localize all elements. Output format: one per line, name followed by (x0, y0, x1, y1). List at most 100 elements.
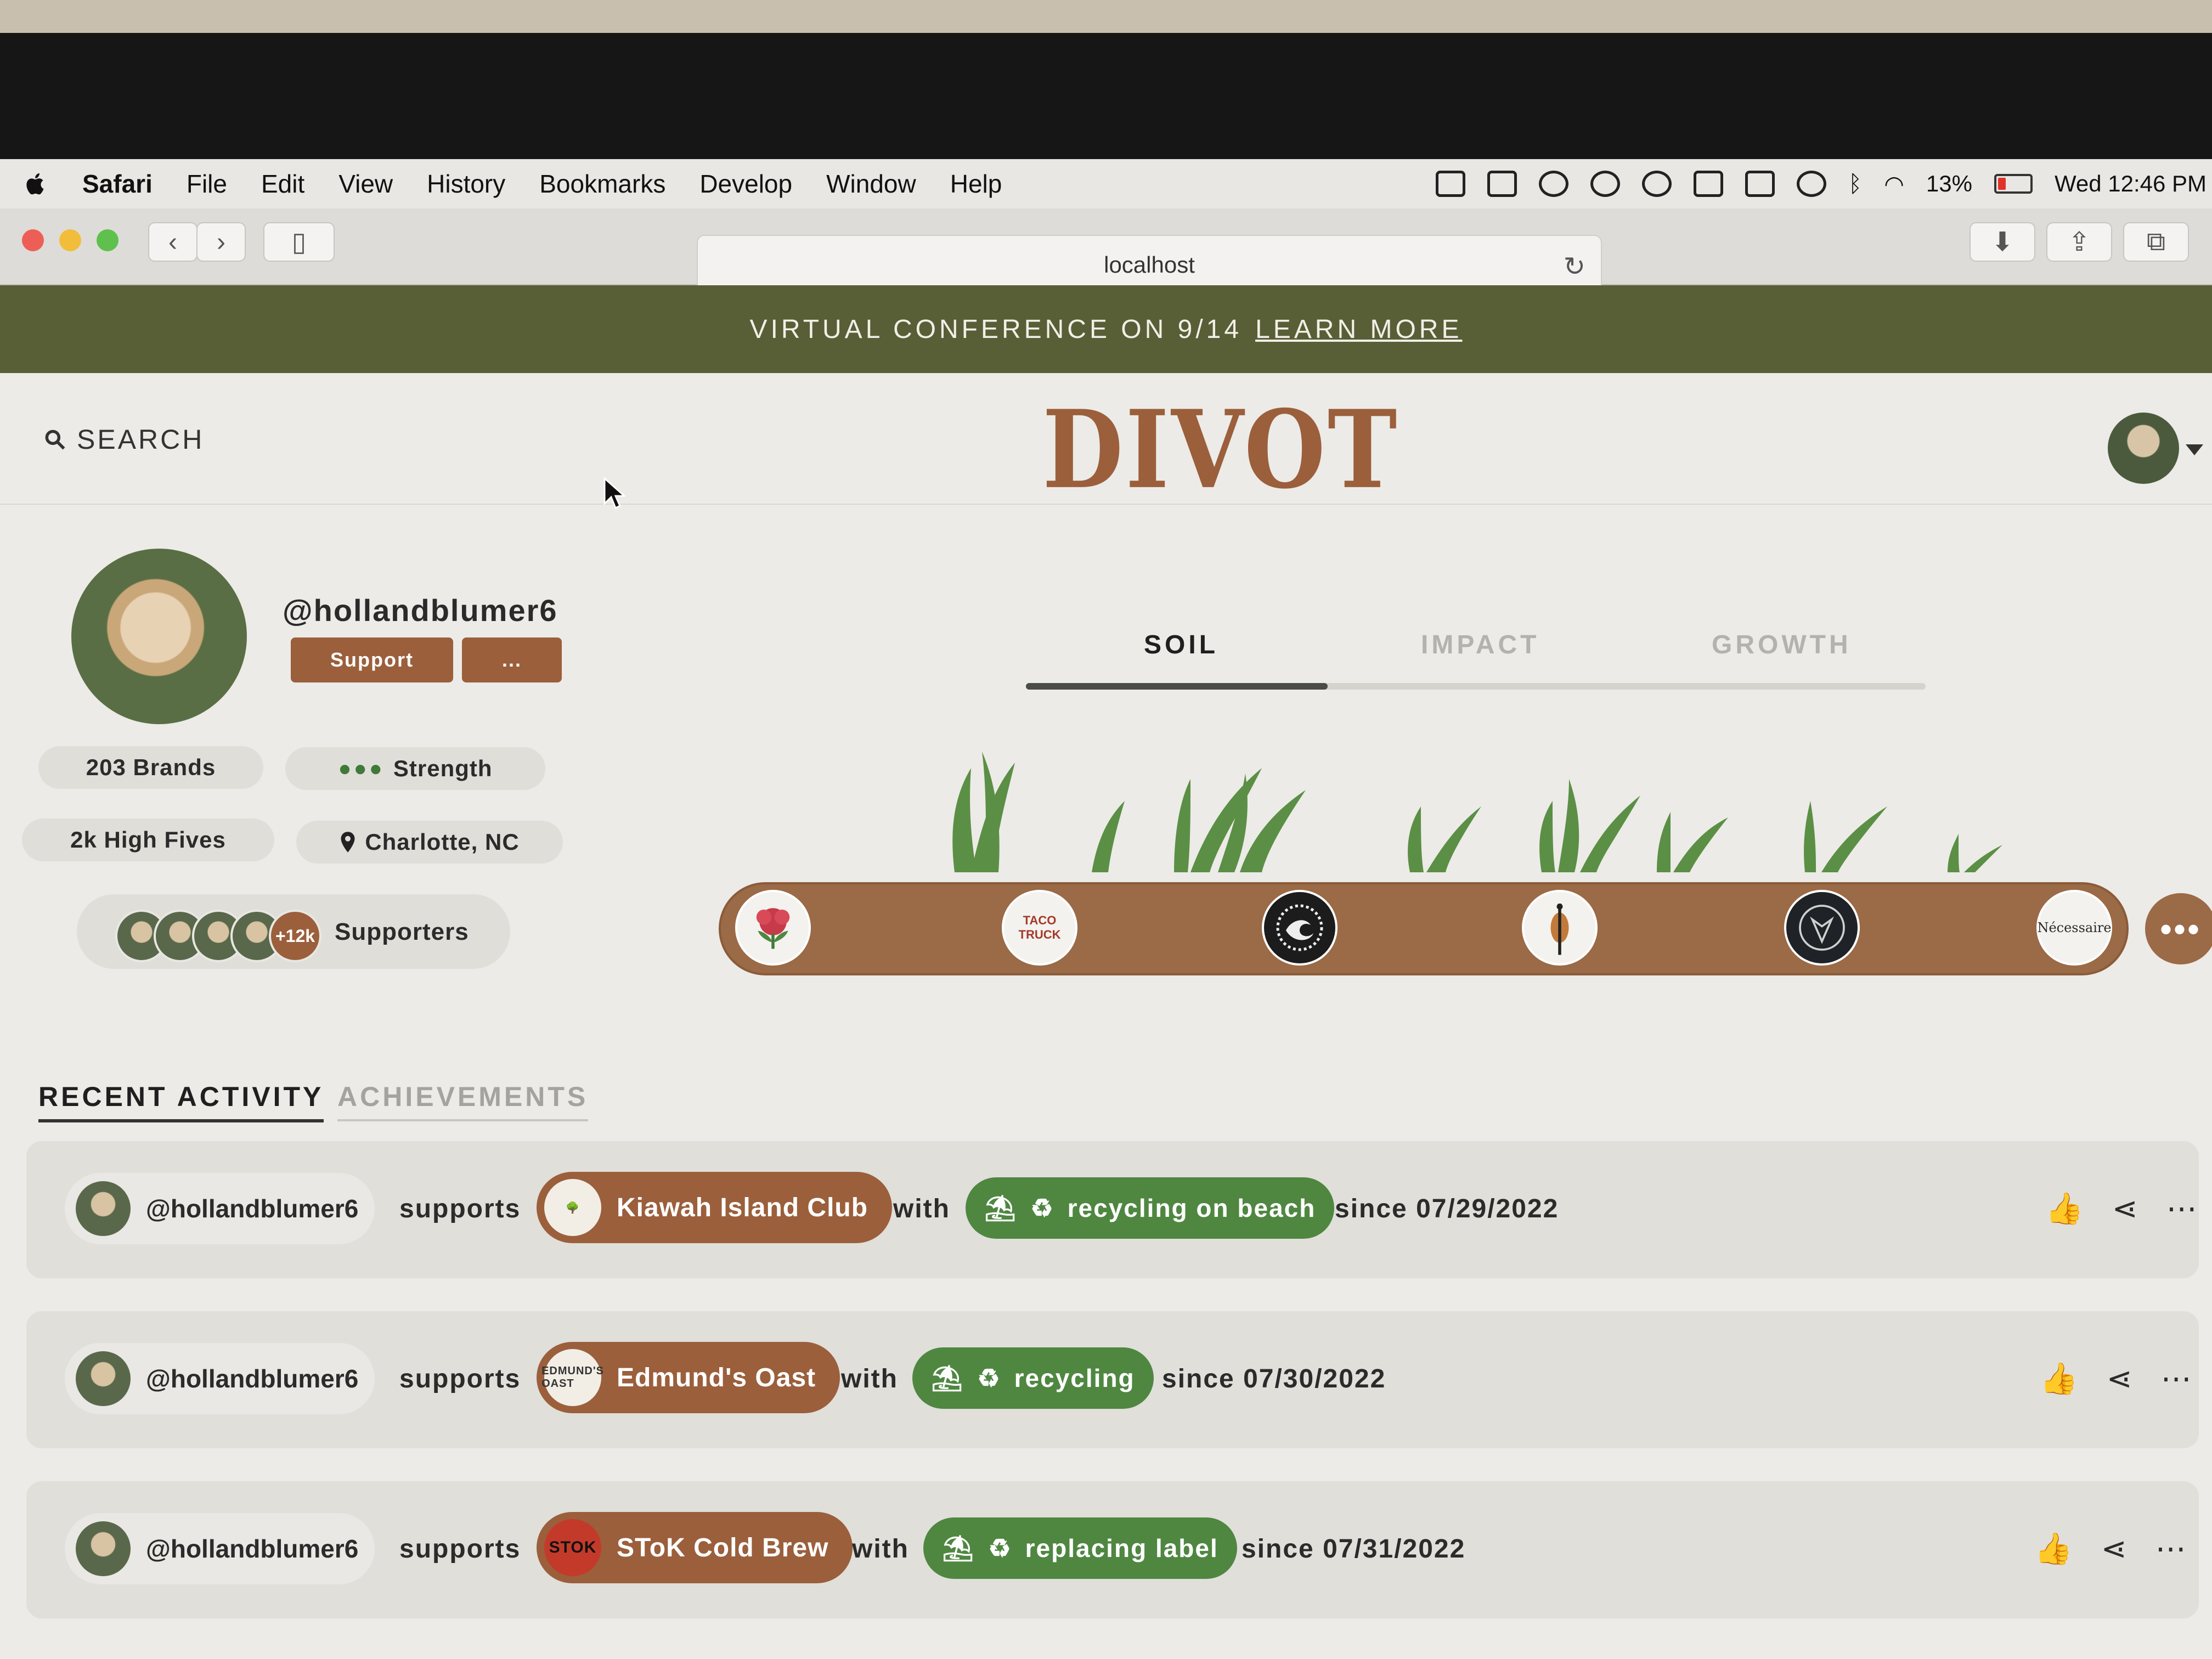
url-text: localhost (1104, 252, 1195, 278)
stok-logo: STOK (544, 1519, 601, 1576)
activity-username: @hollandblumer6 (146, 1534, 359, 1563)
zoom-window-button[interactable] (97, 229, 119, 251)
learn-more-link[interactable]: LEARN MORE (1255, 314, 1462, 345)
tab-impact[interactable]: IMPACT (1421, 630, 1539, 660)
more-options-icon[interactable]: ⋯ (2161, 1361, 2192, 1397)
tab-recent-activity[interactable]: RECENT ACTIVITY (38, 1081, 324, 1122)
impact-chip[interactable]: ⛱ ♻ replacing label (923, 1517, 1237, 1579)
menu-file[interactable]: File (187, 169, 227, 199)
bluetooth-icon[interactable]: ᛒ (1848, 171, 1862, 197)
mouse-cursor-icon (603, 477, 625, 510)
share-icon: ⇪ (2068, 228, 2091, 257)
monitor-bezel (0, 33, 2212, 165)
back-button[interactable]: ‹ (148, 222, 198, 262)
impact-chip[interactable]: ⛱ ♻ recycling (912, 1347, 1154, 1409)
tabs-button[interactable]: ⧉ (2123, 222, 2189, 262)
activity-row: @hollandblumer6 supports STOK SToK Cold … (26, 1481, 2199, 1618)
activity-with: with (893, 1194, 950, 1223)
download-icon: ⬇ (1991, 228, 2014, 257)
brand-necessaire[interactable]: Nécessaire (2036, 890, 2112, 966)
impact-chip[interactable]: ⛱ ♻ recycling on beach (966, 1177, 1335, 1239)
brand-name: SToK Cold Brew (617, 1533, 829, 1562)
thumbs-up-icon[interactable]: 👍 (2040, 1361, 2078, 1397)
activity-with: with (852, 1534, 909, 1564)
apple-icon[interactable] (22, 170, 49, 198)
time-machine-icon[interactable] (1797, 171, 1827, 197)
support-button[interactable]: Support (291, 637, 453, 682)
dropbox-icon[interactable] (1436, 171, 1466, 197)
share-icon[interactable]: ⋖ (2107, 1361, 2132, 1397)
brand-taco-truck[interactable]: TACO TRUCK (1002, 890, 1077, 966)
brand-chip[interactable]: EDMUND'S OAST Edmund's Oast (537, 1342, 840, 1413)
grass-illustration (952, 752, 2002, 872)
more-brands-button[interactable]: ••• (2145, 893, 2212, 964)
drive-icon[interactable] (1487, 171, 1517, 197)
brand-crest-logo[interactable] (1784, 890, 1860, 966)
account-avatar[interactable] (2108, 413, 2179, 484)
menu-window[interactable]: Window (826, 169, 916, 199)
chevron-right-icon: › (217, 227, 225, 257)
close-window-button[interactable] (22, 229, 44, 251)
tab-achievements[interactable]: ACHIEVEMENTS (337, 1081, 589, 1121)
menu-help[interactable]: Help (950, 169, 1002, 199)
user-avatar (76, 1181, 131, 1236)
soil-strip (719, 882, 2129, 975)
activity-since: since 07/29/2022 (1335, 1194, 1559, 1223)
activity-row: @hollandblumer6 supports 🌳 Kiawah Island… (26, 1141, 2199, 1278)
minimize-window-button[interactable] (59, 229, 81, 251)
tab-growth[interactable]: GROWTH (1712, 630, 1852, 660)
search-button[interactable]: SEARCH (43, 424, 204, 455)
menu-edit[interactable]: Edit (261, 169, 304, 199)
activity-username: @hollandblumer6 (146, 1364, 359, 1393)
clock[interactable]: Wed 12:46 PM (2055, 171, 2207, 197)
bi-icon[interactable] (1694, 171, 1724, 197)
tab-indicator (1026, 683, 1328, 690)
high-fives-pill: 2k High Fives (22, 819, 274, 861)
share-button[interactable]: ⇪ (2046, 222, 2112, 262)
downloads-button[interactable]: ⬇ (1970, 222, 2035, 262)
more-options-icon[interactable]: ⋯ (2166, 1190, 2197, 1227)
sidebar-icon: ▯ (291, 228, 307, 257)
brand-name: Kiawah Island Club (617, 1193, 868, 1222)
menu-safari[interactable]: Safari (82, 169, 153, 199)
menu-view[interactable]: View (338, 169, 393, 199)
brands-count-pill: 203 Brands (38, 746, 263, 789)
brand-wave-logo[interactable] (1262, 890, 1338, 966)
airplay-icon[interactable] (1745, 171, 1775, 197)
menu-develop[interactable]: Develop (699, 169, 792, 199)
wifi-icon[interactable]: ◠ (1884, 171, 1904, 198)
brand-chip[interactable]: STOK SToK Cold Brew (537, 1512, 853, 1583)
tab-soil[interactable]: SOIL (1144, 630, 1218, 660)
brand-rose-logo[interactable] (735, 890, 811, 966)
more-options-icon[interactable]: ⋯ (2155, 1531, 2186, 1567)
thumbs-up-icon[interactable]: 👍 (2034, 1531, 2073, 1567)
activity-user-chip[interactable]: @hollandblumer6 (65, 1343, 375, 1414)
brand-chip[interactable]: 🌳 Kiawah Island Club (537, 1172, 893, 1243)
forward-button[interactable]: › (196, 222, 246, 262)
supporters-more-count: +12k (269, 910, 321, 962)
share-icon[interactable]: ⋖ (2101, 1531, 2127, 1567)
strength-pill: ●●● Strength (285, 747, 545, 790)
menu-history[interactable]: History (427, 169, 505, 199)
battery-icon[interactable] (1994, 174, 2033, 194)
edmunds-oast-logo: EDMUND'S OAST (541, 1349, 603, 1406)
activity-row: @hollandblumer6 supports EDMUND'S OAST E… (26, 1311, 2199, 1448)
activity-user-chip[interactable]: @hollandblumer6 (65, 1173, 375, 1244)
menu-bookmarks[interactable]: Bookmarks (539, 169, 665, 199)
creative-cloud-icon[interactable] (1539, 171, 1569, 197)
activity-verb: supports (399, 1364, 521, 1393)
reload-icon[interactable]: ↻ (1564, 251, 1585, 282)
sidebar-toggle-button[interactable]: ▯ (263, 222, 335, 262)
banner-text: VIRTUAL CONFERENCE ON 9/14 (749, 314, 1243, 344)
divot-logo[interactable]: DIVOT (1042, 387, 1399, 513)
profile-more-button[interactable]: ... (462, 637, 562, 682)
activity-user-chip[interactable]: @hollandblumer6 (65, 1513, 375, 1584)
supporters-pill[interactable]: +12k Supporters (77, 894, 510, 969)
app-icon[interactable] (1642, 171, 1672, 197)
chevron-down-icon[interactable] (2186, 444, 2203, 455)
impact-label: replacing label (1025, 1534, 1218, 1562)
brand-figure-logo[interactable] (1522, 890, 1598, 966)
globe-icon[interactable] (1590, 171, 1621, 197)
thumbs-up-icon[interactable]: 👍 (2045, 1190, 2084, 1227)
share-icon[interactable]: ⋖ (2112, 1190, 2138, 1227)
